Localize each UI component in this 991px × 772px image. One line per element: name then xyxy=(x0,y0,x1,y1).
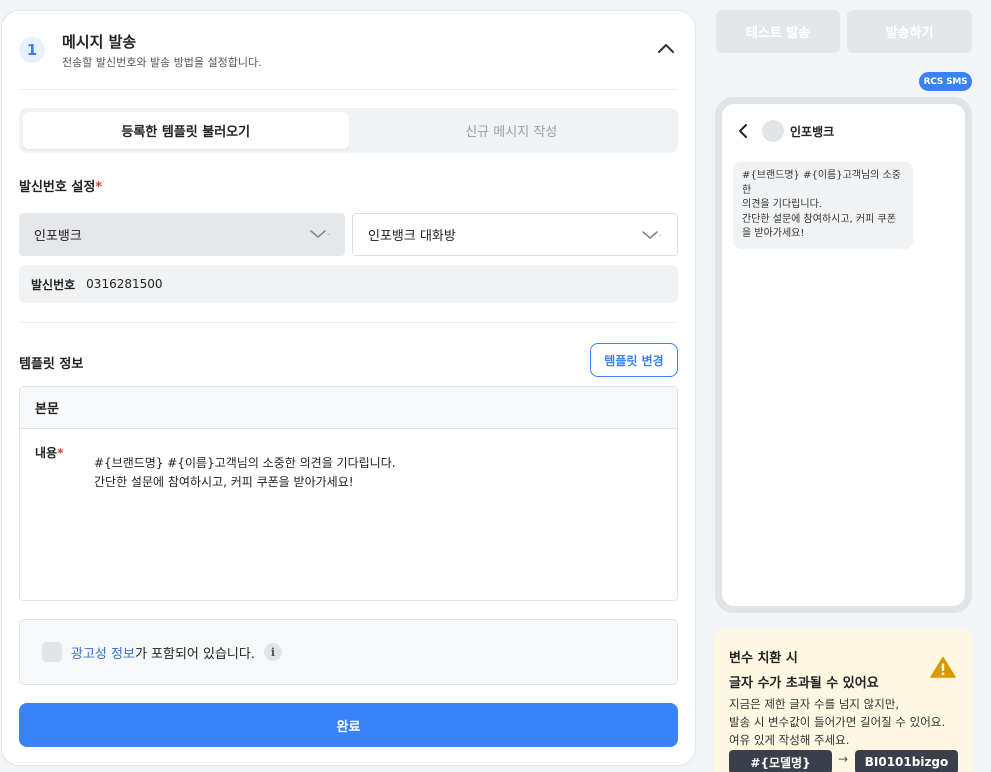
send-button[interactable]: 발송하기 xyxy=(847,10,972,53)
content-label: 내용* xyxy=(35,444,63,461)
message-body-box: 본문 내용* #{브랜드명} #{이름}고객님의 소중한 의견을 기다립니다. … xyxy=(19,386,678,601)
sender-number-key: 발신번호 xyxy=(31,277,76,292)
template-info-label: 템플릿 정보 xyxy=(19,357,84,372)
phone-screen: 인포뱅크 #{브랜드명} #{이름}고객님의 소중한 의견을 기다립니다. 간단… xyxy=(722,104,965,606)
tab-new-message[interactable]: 신규 메시지 작성 xyxy=(349,112,675,149)
required-mark: * xyxy=(57,446,64,460)
complete-button[interactable]: 완료 xyxy=(19,703,678,747)
chat-room-select-value: 인포뱅크 대화방 xyxy=(368,229,456,244)
section-subtitle: 전송할 발신번호와 발송 방법을 설정합니다. xyxy=(62,56,262,69)
ad-info-row: 광고성 정보 가 포함되어 있습니다. i xyxy=(19,619,678,685)
divider xyxy=(19,322,678,323)
divider xyxy=(19,89,678,90)
ad-info-link[interactable]: 광고성 정보 xyxy=(71,643,135,662)
avatar xyxy=(762,120,784,142)
sender-settings-label: 발신번호 설정* xyxy=(19,176,102,195)
message-bubble: #{브랜드명} #{이름}고객님의 소중한 의견을 기다립니다. 간단한 설문에… xyxy=(733,162,913,249)
back-arrow-icon xyxy=(739,124,747,138)
ad-info-text: 가 포함되어 있습니다. xyxy=(134,646,255,662)
sender-number-display: 발신번호 0316281500 xyxy=(19,265,678,303)
channel-select[interactable]: 인포뱅크 xyxy=(19,213,345,256)
step-number-badge: 1 xyxy=(19,37,45,63)
warning-icon xyxy=(930,656,956,678)
sender-settings-label-text: 발신번호 설정 xyxy=(19,180,96,195)
value-chip: BI0101bizgo xyxy=(855,750,958,772)
phone-preview: 인포뱅크 #{브랜드명} #{이름}고객님의 소중한 의견을 기다립니다. 간단… xyxy=(715,97,972,613)
channel-select-value: 인포뱅크 xyxy=(34,229,82,244)
chevron-down-icon xyxy=(310,230,330,238)
arrow-right-icon: → xyxy=(838,752,849,766)
tab-registered-template[interactable]: 등록한 템플릿 불러오기 xyxy=(23,112,349,149)
test-send-button[interactable]: 테스트 발송 xyxy=(716,10,840,53)
section-title: 메시지 발송 xyxy=(62,33,137,51)
sender-number-value: 0316281500 xyxy=(86,277,163,291)
info-icon[interactable]: i xyxy=(263,643,282,661)
chevron-down-icon xyxy=(642,231,662,239)
warning-body: 지금은 제한 글자 수를 넘지 않지만, 발송 시 변수값이 들어가면 길어질 … xyxy=(729,697,946,747)
body-header: 본문 xyxy=(20,387,677,429)
chat-name: 인포뱅크 xyxy=(790,125,835,139)
warning-title-line2: 글자 수가 초과될 수 있어요 xyxy=(729,676,879,691)
content-label-text: 내용 xyxy=(35,446,58,460)
change-template-button[interactable]: 템플릿 변경 xyxy=(590,343,678,377)
chevron-up-icon[interactable] xyxy=(656,41,676,55)
template-tabs: 등록한 템플릿 불러오기 신규 메시지 작성 xyxy=(19,108,678,153)
ad-info-checkbox[interactable] xyxy=(42,642,62,662)
variable-chip: #{모델명} xyxy=(729,750,832,772)
rcs-sms-badge: RCS SMS xyxy=(919,72,972,91)
warning-title-line1: 변수 치환 시 xyxy=(729,651,798,666)
chat-room-select[interactable]: 인포뱅크 대화방 xyxy=(352,213,678,256)
content-text[interactable]: #{브랜드명} #{이름}고객님의 소중한 의견을 기다립니다. 간단한 설문에… xyxy=(94,454,396,492)
required-mark: * xyxy=(95,180,103,195)
